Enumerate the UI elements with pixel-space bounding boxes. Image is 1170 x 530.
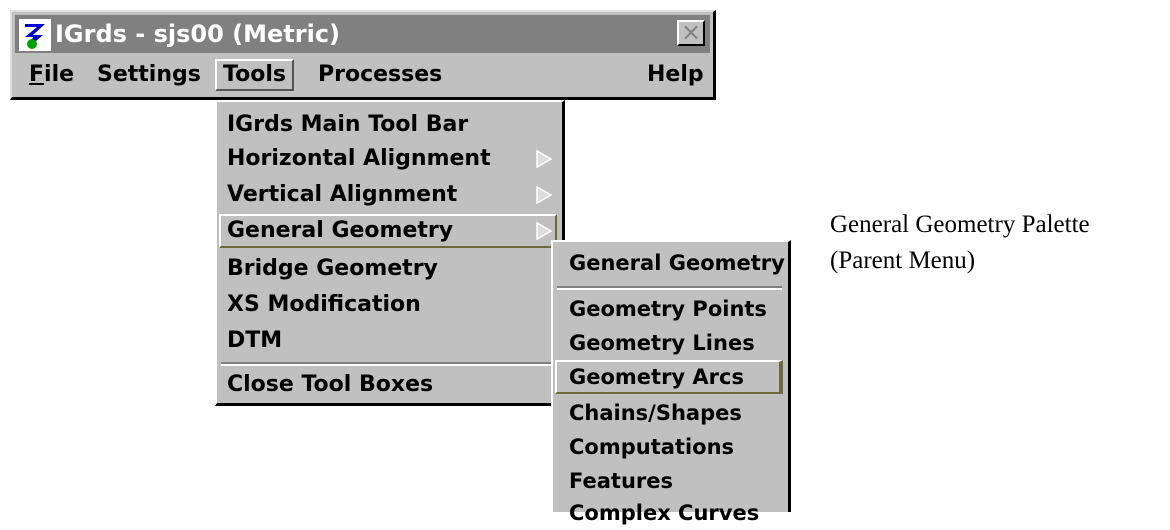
title-bar[interactable]: IGrds - sjs00 (Metric) ×	[15, 15, 710, 53]
tools-dropdown-menu: IGrds Main Tool Bar Horizontal Alignment…	[215, 100, 565, 406]
menu-item-dtm[interactable]: DTM	[227, 324, 282, 358]
general-geometry-submenu: General Geometry Geometry Points Geometr…	[551, 240, 791, 525]
submenu-item-chains-shapes[interactable]: Chains/Shapes	[569, 396, 742, 430]
menu-tools-label: Tools	[223, 62, 286, 87]
submenu-item-geometry-points[interactable]: Geometry Points	[569, 292, 767, 326]
igrds-app-icon	[19, 19, 51, 51]
menu-item-bridge-geometry[interactable]: Bridge Geometry	[227, 252, 438, 286]
menu-item-general-geometry[interactable]: General Geometry	[227, 214, 453, 248]
close-icon[interactable]: ×	[677, 20, 705, 46]
menu-file[interactable]: File	[29, 59, 74, 91]
chevron-right-icon	[536, 185, 553, 205]
submenu-item-geometry-arcs[interactable]: Geometry Arcs	[569, 360, 744, 394]
submenu-item-geometry-lines[interactable]: Geometry Lines	[569, 326, 755, 360]
submenu-separator	[557, 286, 782, 290]
window-title: IGrds - sjs00 (Metric)	[55, 20, 341, 48]
submenu-item-complex-curves[interactable]: Complex Curves	[569, 496, 759, 530]
chevron-right-icon	[536, 221, 553, 241]
app-window: IGrds - sjs00 (Metric) × File Settings T…	[10, 10, 716, 100]
menu-item-horizontal-alignment[interactable]: Horizontal Alignment	[227, 142, 491, 176]
menu-bar: File Settings Tools Processes Help	[15, 57, 710, 93]
submenu-item-computations[interactable]: Computations	[569, 430, 734, 464]
menu-help[interactable]: Help	[647, 59, 704, 91]
menu-file-label: ile	[44, 62, 75, 87]
menu-item-xs-modification[interactable]: XS Modification	[227, 288, 421, 322]
chevron-right-icon	[536, 149, 553, 169]
menu-help-label: Help	[647, 62, 704, 87]
menu-settings-label: Settings	[97, 62, 201, 87]
menu-processes-label: Processes	[318, 62, 443, 87]
submenu-item-features[interactable]: Features	[569, 464, 673, 498]
menu-processes[interactable]: Processes	[318, 59, 442, 91]
menu-item-vertical-alignment[interactable]: Vertical Alignment	[227, 178, 457, 212]
menu-item-close-tool-boxes[interactable]: Close Tool Boxes	[227, 368, 433, 402]
menu-settings[interactable]: Settings	[97, 59, 201, 91]
menu-separator	[221, 362, 556, 366]
annotation-line-1: General Geometry Palette	[830, 211, 1090, 238]
annotation-line-2: (Parent Menu)	[830, 247, 976, 274]
menu-file-mnemonic: F	[29, 62, 45, 87]
menu-item-igrds-main-tool-bar[interactable]: IGrds Main Tool Bar	[227, 108, 468, 142]
menu-tools[interactable]: Tools	[215, 59, 294, 91]
submenu-header-general-geometry[interactable]: General Geometry	[569, 246, 785, 280]
